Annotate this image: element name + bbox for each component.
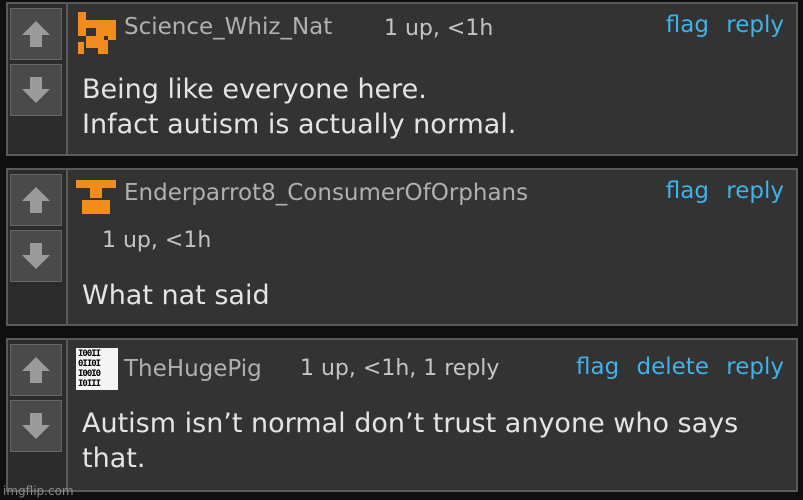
- flag-link[interactable]: flag: [666, 12, 709, 38]
- username-link[interactable]: Science_Whiz_Nat: [124, 14, 332, 40]
- imgflip-watermark: imgflip.com: [3, 484, 74, 498]
- comment-text: What nat said: [82, 278, 270, 313]
- comment-actions: flag reply: [656, 12, 784, 38]
- comment-text-line: What nat said: [82, 280, 270, 311]
- username-link[interactable]: Enderparrot8_ConsumerOfOrphans: [124, 180, 528, 206]
- orange-pixel-avatar-icon[interactable]: [76, 12, 118, 54]
- comment-text-line: Autism isn’t normal don’t trust anyone w…: [82, 408, 739, 439]
- upvote-button[interactable]: [10, 8, 62, 60]
- upvote-button[interactable]: [10, 344, 62, 396]
- comment-text-line: Infact autism is actually normal.: [82, 109, 517, 140]
- reply-link[interactable]: reply: [726, 354, 784, 380]
- comment-text-line: that.: [82, 443, 146, 474]
- comment-body: Enderparrot8_ConsumerOfOrphans 1 up, <1h…: [66, 170, 796, 324]
- flag-link[interactable]: flag: [576, 354, 619, 380]
- comment-body: Science_Whiz_Nat 1 up, <1h flag reply Be…: [66, 4, 796, 154]
- avatar-binary-row: I00I0: [78, 369, 101, 379]
- comment-text: Autism isn’t normal don’t trust anyone w…: [82, 406, 738, 476]
- flag-link[interactable]: flag: [666, 178, 709, 204]
- avatar-binary-row: I0III: [78, 379, 101, 389]
- avatar-binary-row: 0II0I: [78, 359, 101, 369]
- comment-actions: flag delete reply: [566, 354, 784, 380]
- arrow-up-icon: [22, 21, 50, 47]
- comment: I00II 0II0I I00I0 I0III TheHugePig 1 up,…: [6, 338, 798, 492]
- arrow-down-icon: [22, 77, 50, 103]
- reply-link[interactable]: reply: [726, 12, 784, 38]
- downvote-button[interactable]: [10, 230, 62, 282]
- comment-meta: 1 up, <1h: [102, 228, 212, 253]
- arrow-up-icon: [22, 187, 50, 213]
- comment-meta: 1 up, <1h: [384, 16, 494, 41]
- comment-thread: Science_Whiz_Nat 1 up, <1h flag reply Be…: [0, 0, 803, 500]
- upvote-button[interactable]: [10, 174, 62, 226]
- binary-avatar-icon[interactable]: I00II 0II0I I00I0 I0III: [76, 348, 118, 390]
- comment: Enderparrot8_ConsumerOfOrphans 1 up, <1h…: [6, 168, 798, 326]
- comment-actions: flag reply: [656, 178, 784, 204]
- comment-body: I00II 0II0I I00I0 I0III TheHugePig 1 up,…: [66, 340, 796, 490]
- delete-link[interactable]: delete: [637, 354, 709, 380]
- reply-link[interactable]: reply: [726, 178, 784, 204]
- comment: Science_Whiz_Nat 1 up, <1h flag reply Be…: [6, 2, 798, 156]
- arrow-up-icon: [22, 357, 50, 383]
- avatar-binary-row: I00II: [78, 349, 101, 359]
- username-link[interactable]: TheHugePig: [124, 356, 262, 382]
- comment-text-line: Being like everyone here.: [82, 74, 427, 105]
- arrow-down-icon: [22, 243, 50, 269]
- downvote-button[interactable]: [10, 64, 62, 116]
- arrow-down-icon: [22, 413, 50, 439]
- comment-text: Being like everyone here. Infact autism …: [82, 72, 516, 142]
- downvote-button[interactable]: [10, 400, 62, 452]
- orange-pixel-avatar-icon[interactable]: [76, 178, 118, 220]
- comment-meta: 1 up, <1h, 1 reply: [300, 356, 500, 381]
